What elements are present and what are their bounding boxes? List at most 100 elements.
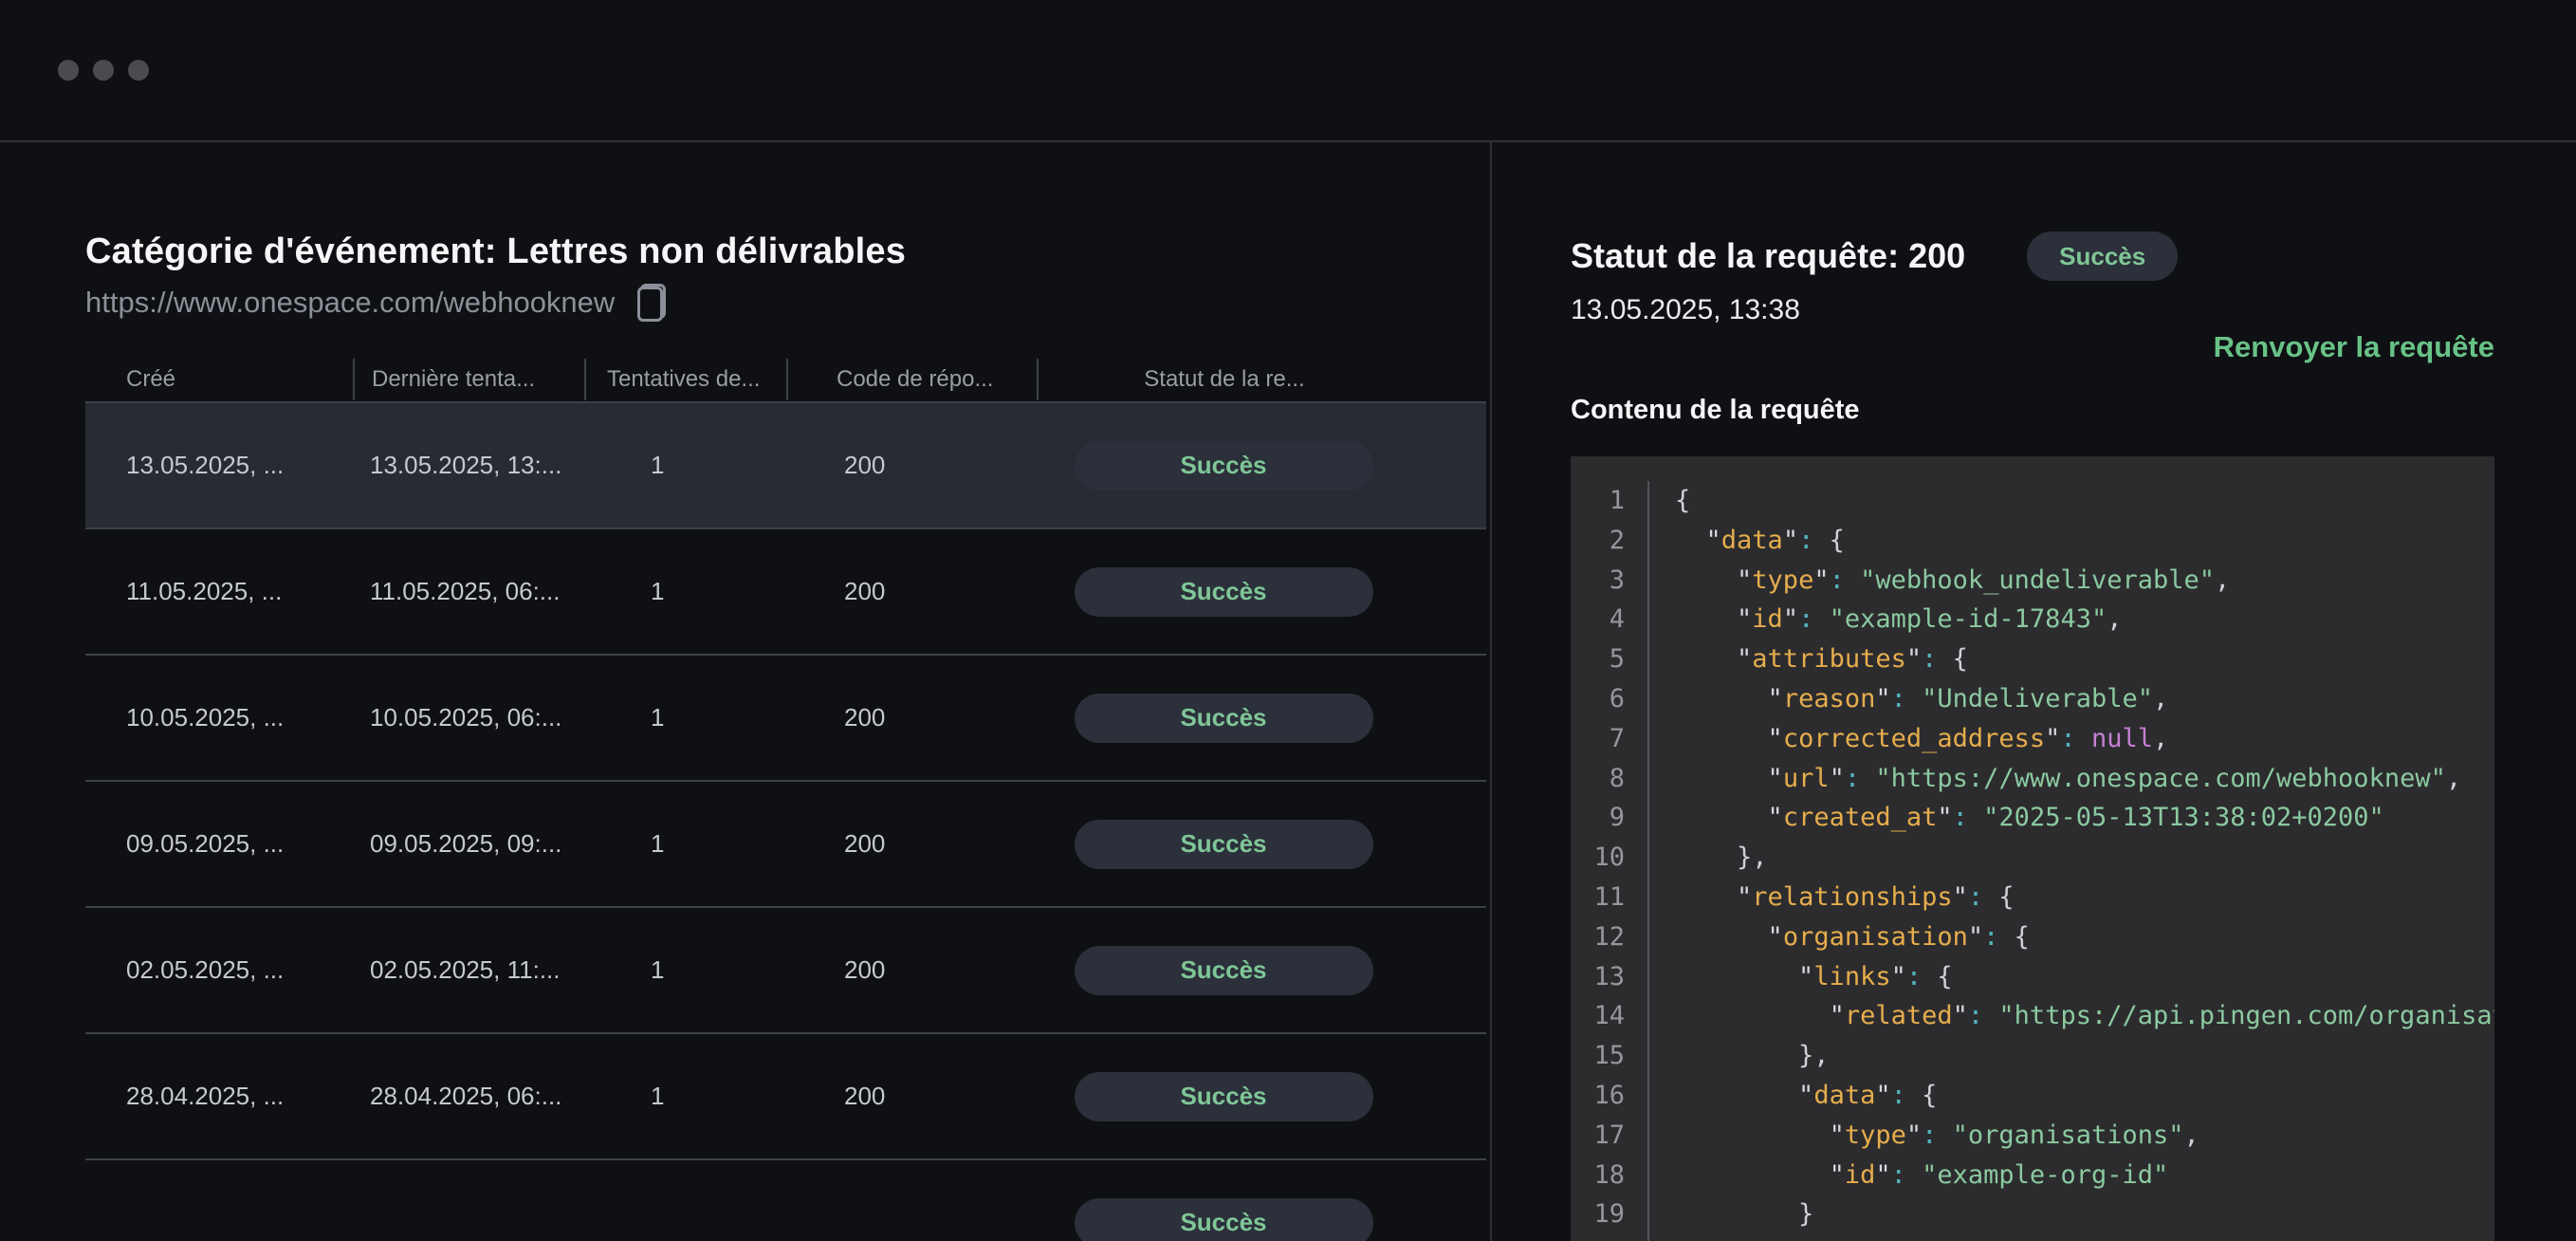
line-number: 9 <box>1571 798 1625 838</box>
line-number: 7 <box>1571 719 1625 759</box>
code-line: "related": "https://api.pingen.com/organ… <box>1675 996 2494 1036</box>
status-badge: Succès <box>1075 820 1373 869</box>
line-number: 5 <box>1571 639 1625 679</box>
line-number: 20 <box>1571 1234 1625 1241</box>
status-badge: Succès <box>1075 441 1373 491</box>
code-line: "id": "example-id-17843", <box>1675 600 2494 639</box>
cell-last-attempt: 02.05.2025, 11:... <box>353 955 584 985</box>
table-row[interactable]: 10.05.2025, ...10.05.2025, 06:...1200 Suc… <box>85 656 1486 782</box>
table-row[interactable]: 11.05.2025, ...11.05.2025, 06:...1200Suc… <box>85 529 1486 656</box>
status-badge: Succès <box>1075 694 1373 743</box>
line-number: 2 <box>1571 521 1625 561</box>
window-topbar <box>0 0 2576 142</box>
line-number: 8 <box>1571 759 1625 799</box>
cell-last-attempt: 13.05.2025, 13:... <box>353 451 584 480</box>
table-row[interactable]: 13.05.2025, ...13.05.2025, 13:...1200 Suc… <box>85 403 1486 529</box>
request-payload-code[interactable]: 1234567891011121314151617181920 { "data"… <box>1571 456 2494 1241</box>
table-header-row: Créé Dernière tenta... Tentatives de... … <box>85 358 1486 403</box>
cell-request-status: Succès <box>1037 694 1486 743</box>
cell-attempts: 1 <box>584 577 786 606</box>
cell-created: 13.05.2025, ... <box>85 451 353 480</box>
events-table: Créé Dernière tenta... Tentatives de... … <box>85 358 1486 1241</box>
cell-created: 09.05.2025, ... <box>85 829 353 859</box>
resend-row: Renvoyer la requête <box>1571 330 2494 366</box>
line-number: 11 <box>1571 878 1625 917</box>
webhook-events-page: Catégorie d'événement: Lettres non déliv… <box>0 0 2576 1241</box>
cell-attempts: 1 <box>584 955 786 985</box>
line-number: 17 <box>1571 1116 1625 1156</box>
cell-created: 28.04.2025, ... <box>85 1082 353 1111</box>
request-content-title: Contenu de la requête <box>1571 395 2494 429</box>
cell-response-code: 200 <box>786 703 1037 732</box>
column-header-attempts: Tentatives de... <box>584 359 786 400</box>
cell-attempts: 1 <box>584 451 786 480</box>
code-line: "type": "webhook_undeliverable", <box>1675 561 2494 601</box>
code-line: } <box>1675 1195 2494 1234</box>
code-line: }, <box>1675 838 2494 878</box>
code-line: "url": "https://www.onespace.com/webhook… <box>1675 759 2494 799</box>
code-line: "data": { <box>1675 521 2494 561</box>
line-number: 10 <box>1571 838 1625 878</box>
window-control-dot <box>93 60 114 81</box>
code-line: "reason": "Undeliverable", <box>1675 679 2494 719</box>
code-line: "relationships": { <box>1675 878 2494 917</box>
request-status-row: Statut de la requête: 200 Succès <box>1571 232 2494 281</box>
copy-url-button[interactable] <box>635 282 668 324</box>
cell-last-attempt: 09.05.2025, 09:... <box>353 829 584 859</box>
status-badge: Succès <box>1075 946 1373 995</box>
table-row[interactable]: 09.05.2025, ...09.05.2025, 09:...1200 Suc… <box>85 782 1486 908</box>
cell-request-status: Succès <box>1037 820 1486 869</box>
code-line: "links": { <box>1675 957 2494 997</box>
copy-icon <box>637 284 666 322</box>
cell-created: 02.05.2025, ... <box>85 955 353 985</box>
cell-created: 10.05.2025, ... <box>85 703 353 732</box>
request-timestamp: 13.05.2025, 13:38 <box>1571 294 2494 328</box>
line-number: 6 <box>1571 679 1625 719</box>
cell-attempts: 1 <box>584 703 786 732</box>
column-header-last-attempt: Dernière tenta... <box>353 359 584 400</box>
line-number: 18 <box>1571 1156 1625 1195</box>
cell-response-code: 200 <box>786 829 1037 859</box>
cell-request-status: Succès <box>1037 946 1486 995</box>
column-header-request-status: Statut de la re... <box>1037 359 1486 400</box>
code-line: }, <box>1675 1036 2494 1076</box>
cell-attempts: 1 <box>584 1082 786 1111</box>
webhook-url-row: https://www.onespace.com/webhooknew <box>85 282 1490 324</box>
cell-last-attempt: 10.05.2025, 06:... <box>353 703 584 732</box>
line-number: 15 <box>1571 1036 1625 1076</box>
window-control-dot <box>58 60 79 81</box>
line-number: 4 <box>1571 600 1625 639</box>
cell-response-code: 200 <box>786 577 1037 606</box>
code-line: "type": "organisations", <box>1675 1116 2494 1156</box>
cell-request-status: Succès <box>1037 1198 1486 1241</box>
cell-last-attempt: 28.04.2025, 06:... <box>353 1082 584 1111</box>
table-row[interactable]: 02.05.2025, ...02.05.2025, 11:...1200Suc… <box>85 908 1486 1034</box>
column-header-response-code: Code de répo... <box>786 359 1037 400</box>
table-row[interactable]: 28.04.2025, ...28.04.2025, 06:...1200Suc… <box>85 1034 1486 1160</box>
table-row[interactable]: Succès <box>85 1160 1486 1241</box>
code-line: "corrected_address": null, <box>1675 719 2494 759</box>
status-badge: Succès <box>1075 1072 1373 1121</box>
line-number: 16 <box>1571 1076 1625 1116</box>
line-number: 1 <box>1571 481 1625 521</box>
table-body: 13.05.2025, ...13.05.2025, 13:...1200Suc… <box>85 403 1486 1241</box>
code-content: { "data": { "type": "webhook_undeliverab… <box>1649 481 2494 1241</box>
cell-attempts: 1 <box>584 829 786 859</box>
window-control-dot <box>128 60 149 81</box>
status-badge: Succès <box>2027 232 2178 281</box>
request-detail-panel: Statut de la requête: 200 Succès 13.05.2… <box>1492 142 2576 1241</box>
status-badge: Succès <box>1075 567 1373 617</box>
resend-request-link[interactable]: Renvoyer la requête <box>2214 330 2494 363</box>
cell-response-code: 200 <box>786 451 1037 480</box>
request-status-title: Statut de la requête: 200 <box>1571 236 1965 276</box>
events-panel: Catégorie d'événement: Lettres non déliv… <box>0 142 1492 1241</box>
cell-last-attempt: 11.05.2025, 06:... <box>353 577 584 606</box>
code-line: }, <box>1675 1234 2494 1241</box>
page-title: Catégorie d'événement: Lettres non déliv… <box>85 232 1490 272</box>
status-badge: Succès <box>1075 1198 1373 1241</box>
code-line: "data": { <box>1675 1076 2494 1116</box>
line-number: 13 <box>1571 957 1625 997</box>
cell-request-status: Succès <box>1037 441 1486 491</box>
webhook-url: https://www.onespace.com/webhooknew <box>85 286 615 320</box>
code-line: "id": "example-org-id" <box>1675 1156 2494 1195</box>
